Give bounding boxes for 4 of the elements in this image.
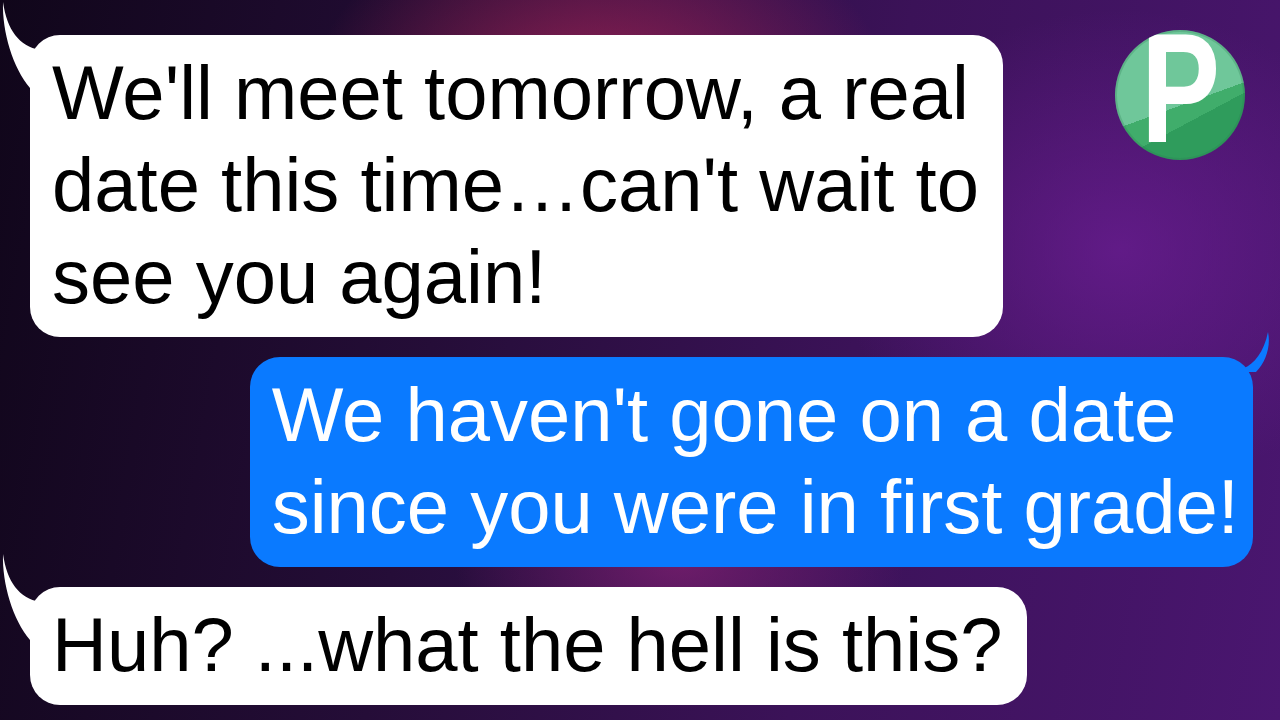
message-text: We haven't gone on a date since you were in first grade! bbox=[271, 371, 1239, 551]
message-text: We'll meet tomorrow, a real date this time…can't wait to see you again! bbox=[52, 49, 979, 321]
logo-letter: P bbox=[1141, 32, 1221, 144]
message-text: Huh? ...what the hell is this? bbox=[52, 601, 1003, 689]
